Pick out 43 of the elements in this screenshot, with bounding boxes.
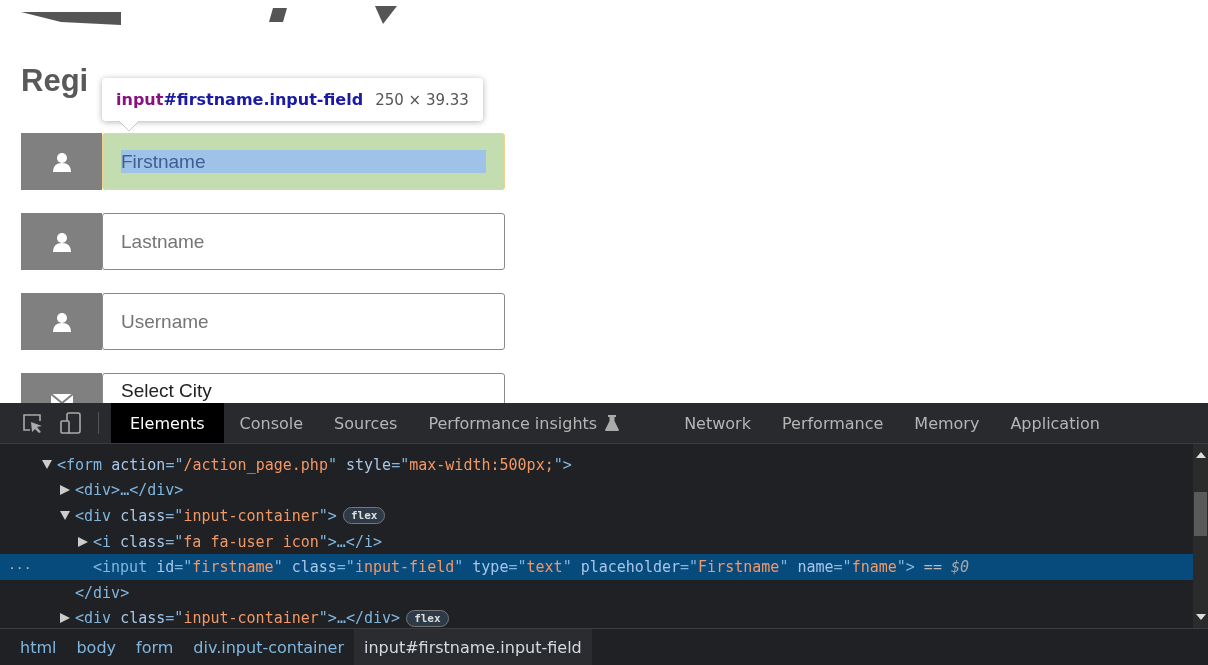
devtools-tab[interactable]: Application bbox=[994, 403, 1115, 443]
devtools-tab[interactable]: Performance insights bbox=[412, 403, 635, 443]
devtools-tab[interactable]: Performance bbox=[765, 403, 899, 443]
code-line: <form action="/action_page.php" style="max-width:500px;"> bbox=[57, 455, 572, 474]
collapsed-triangle-icon[interactable] bbox=[60, 485, 70, 496]
breadcrumb[interactable]: div.input-container bbox=[183, 629, 354, 665]
devtools-tab[interactable]: Memory bbox=[898, 403, 995, 443]
input-field[interactable]: Username bbox=[102, 293, 505, 350]
flask-icon bbox=[605, 415, 620, 431]
breadcrumb[interactable]: body bbox=[66, 629, 127, 665]
devtools-tab[interactable]: Elements bbox=[111, 403, 224, 443]
tooltip-size: 250 × 39.33 bbox=[375, 90, 469, 109]
user-icon bbox=[52, 151, 71, 172]
scrollbar-thumb[interactable] bbox=[1194, 492, 1207, 536]
scrollbar[interactable] bbox=[1193, 444, 1208, 628]
scroll-up-icon[interactable] bbox=[1195, 452, 1206, 458]
flex-badge[interactable]: flex bbox=[342, 507, 386, 525]
user-icon bbox=[52, 231, 71, 252]
code-line: <i class="fa fa-user icon">…</i> bbox=[93, 532, 382, 551]
code-line: </div> bbox=[75, 583, 130, 602]
breadcrumb[interactable]: form bbox=[126, 629, 184, 665]
scroll-down-icon[interactable] bbox=[1195, 614, 1206, 620]
expanded-triangle-icon[interactable] bbox=[42, 460, 52, 470]
input-field[interactable]: Lastname bbox=[102, 213, 505, 270]
flex-badge[interactable]: flex bbox=[406, 609, 449, 627]
breadcrumb[interactable]: input#firstname.input-field bbox=[354, 629, 592, 665]
device-toolbar-icon[interactable] bbox=[60, 412, 82, 434]
inspect-icon[interactable] bbox=[22, 413, 44, 433]
breadcrumb[interactable]: html bbox=[10, 629, 67, 665]
code-line: <div class="input-container"> bbox=[75, 507, 337, 525]
user-icon bbox=[52, 311, 71, 332]
devtools-tab[interactable]: Sources bbox=[318, 403, 413, 443]
code-line: <div class="input-container">…</div> bbox=[75, 609, 401, 628]
collapsed-triangle-icon[interactable] bbox=[60, 613, 70, 624]
devtools-tab[interactable]: Console bbox=[223, 403, 319, 443]
expanded-triangle-icon[interactable] bbox=[60, 511, 70, 521]
code-line: <input id="firstname" class="input-field" type="text" placeholder="Firstname" name="fname"> == $0 bbox=[93, 558, 970, 577]
devtools-tab[interactable]: Network bbox=[668, 403, 766, 443]
code-line: <div>…</div> bbox=[75, 481, 184, 500]
form-heading: Regi bbox=[21, 63, 89, 99]
more-dots[interactable]: ··· bbox=[8, 559, 32, 575]
city-select[interactable]: Select City bbox=[102, 373, 505, 403]
tooltip-selector: input#firstname.input-field bbox=[116, 90, 364, 109]
